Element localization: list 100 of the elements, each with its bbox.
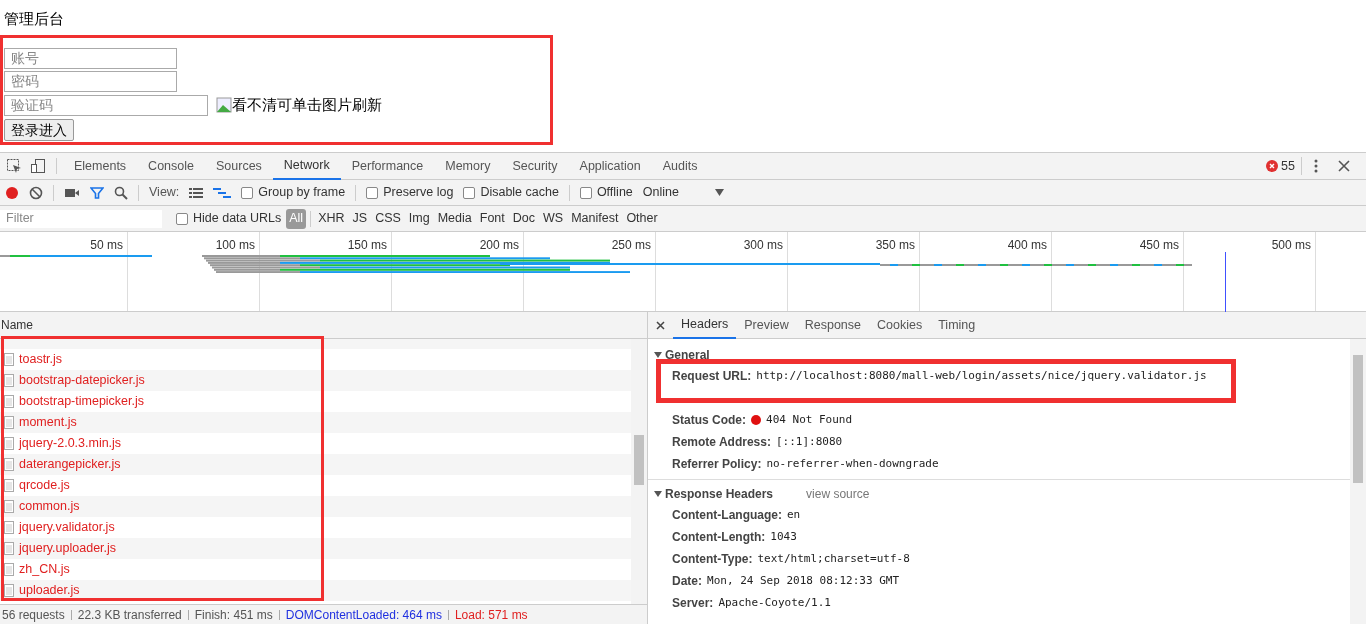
file-icon (4, 563, 14, 576)
list-view-icon[interactable] (189, 186, 204, 199)
triangle-icon[interactable] (654, 351, 662, 359)
header-value: http://localhost:8080/mall-web/login/assets/nice/jquery.validator.js (756, 367, 1207, 384)
close-icon[interactable] (1338, 160, 1350, 172)
section-title[interactable]: Response Headers (665, 485, 774, 503)
detail-tab[interactable]: Timing (930, 311, 984, 339)
captcha-alt-text[interactable]: 看不清可单击图片刷新 (232, 94, 382, 117)
more-icon[interactable] (1314, 159, 1318, 173)
time-tick: 300 ms (743, 238, 783, 252)
request-row[interactable]: bootstrap-datepicker.js (0, 370, 631, 391)
checkbox[interactable]: Preserve log (366, 183, 454, 202)
input-field[interactable]: 密码 (4, 71, 177, 92)
type-filter[interactable]: Media (434, 208, 475, 229)
filter-icon[interactable] (90, 185, 104, 200)
throttle-dropdown[interactable]: Online (642, 183, 724, 202)
header-value: [::1]:8080 (775, 433, 843, 450)
column-header[interactable]: Name (1, 316, 33, 334)
scrollbar[interactable] (1350, 339, 1366, 624)
status-text: DOMContentLoaded: 464 ms (285, 606, 442, 624)
detail-tab[interactable]: Headers (673, 311, 737, 339)
header-name: Remote Address: (672, 434, 771, 451)
request-row[interactable]: jquery.uploader.js (0, 538, 631, 559)
checkbox[interactable]: Disable cache (463, 183, 559, 202)
detail-tab[interactable]: Preview (736, 311, 797, 339)
panel-tab[interactable]: Application (568, 152, 652, 180)
panel-tab[interactable]: Sources (205, 152, 273, 180)
type-filter[interactable]: XHR (315, 208, 348, 229)
input-field[interactable]: 验证码 (4, 94, 208, 116)
header-value: en (787, 506, 801, 523)
panel-tab[interactable]: Memory (434, 152, 502, 180)
header-value: Mon, 24 Sep 2018 08:12:33 GMT (707, 572, 900, 589)
file-icon (4, 374, 14, 387)
time-tick: 350 ms (875, 238, 915, 252)
request-row[interactable]: common.js (0, 496, 631, 517)
header-value: 404 Not Found (766, 411, 853, 428)
clear-icon[interactable] (29, 185, 43, 200)
type-filter[interactable]: Manifest (568, 208, 622, 229)
file-icon (4, 521, 14, 534)
panel-tab[interactable]: Security (501, 152, 569, 180)
file-icon (4, 584, 14, 597)
load-marker (1225, 252, 1226, 312)
request-row[interactable]: daterangepicker.js (0, 454, 631, 475)
checkbox[interactable]: Hide data URLs (176, 209, 282, 228)
header-value: text/html;charset=utf-8 (757, 550, 910, 567)
file-icon (4, 542, 14, 555)
request-row[interactable]: uploader.js (0, 580, 631, 601)
triangle-icon[interactable] (654, 490, 662, 498)
file-icon (4, 416, 14, 429)
type-filter[interactable]: Font (476, 208, 508, 229)
panel-tab[interactable]: Console (137, 152, 205, 180)
type-filter[interactable]: Doc (509, 208, 538, 229)
panel-tab[interactable]: Audits (651, 152, 709, 180)
type-filter[interactable]: CSS (372, 208, 404, 229)
time-tick: 50 ms (90, 238, 123, 252)
view-label: View: (149, 184, 180, 202)
file-icon (4, 500, 14, 513)
waterfall-view-icon[interactable] (213, 186, 232, 199)
camera-icon[interactable] (64, 186, 80, 199)
login-button[interactable]: 登录进入 (4, 118, 74, 141)
header-name: Content-Length: (672, 529, 766, 546)
type-filter[interactable]: JS (349, 208, 371, 229)
status-text: Load: 571 ms (454, 606, 528, 624)
inspect-icon[interactable] (6, 158, 22, 174)
type-filter[interactable]: WS (540, 208, 567, 229)
search-icon[interactable] (114, 185, 128, 200)
time-tick: 100 ms (215, 238, 255, 252)
detail-tab[interactable]: Cookies (869, 311, 931, 339)
header-name: Content-Language: (672, 507, 782, 524)
scrollbar[interactable] (631, 339, 647, 604)
header-value: no-referrer-when-downgrade (766, 455, 939, 472)
type-filter[interactable]: Img (405, 208, 433, 229)
panel-tab[interactable]: Performance (340, 152, 435, 180)
checkbox[interactable]: Group by frame (241, 183, 346, 202)
input-field[interactable]: 账号 (4, 48, 177, 69)
detail-tab[interactable]: Response (796, 311, 869, 339)
file-icon (4, 395, 14, 408)
type-filter[interactable]: Other (623, 208, 661, 229)
status-text: 22.3 KB transferred (77, 606, 182, 624)
device-icon[interactable] (30, 158, 46, 174)
header-name: Date: (672, 573, 702, 590)
error-icon[interactable] (1266, 160, 1279, 172)
record-icon[interactable] (5, 185, 19, 200)
request-row[interactable]: moment.js (0, 412, 631, 433)
time-tick: 250 ms (611, 238, 651, 252)
header-name: Content-Type: (672, 551, 753, 568)
status-text: Finish: 451 ms (194, 606, 273, 624)
filter-field[interactable]: Filter (0, 209, 162, 228)
error-count[interactable]: 55 (1281, 156, 1302, 176)
panel-tab[interactable]: Elements (63, 152, 138, 180)
close-icon[interactable] (656, 320, 665, 330)
broken-image-icon (216, 97, 232, 114)
checkbox[interactable]: Offline (579, 183, 633, 202)
section-title[interactable]: General (665, 346, 710, 364)
header-name: Server: (672, 595, 714, 612)
status-dot-icon[interactable] (751, 415, 761, 425)
file-icon (4, 479, 14, 492)
time-tick: 150 ms (347, 238, 387, 252)
view-source-link[interactable]: view source (806, 485, 870, 503)
status-text: 56 requests (2, 606, 65, 624)
